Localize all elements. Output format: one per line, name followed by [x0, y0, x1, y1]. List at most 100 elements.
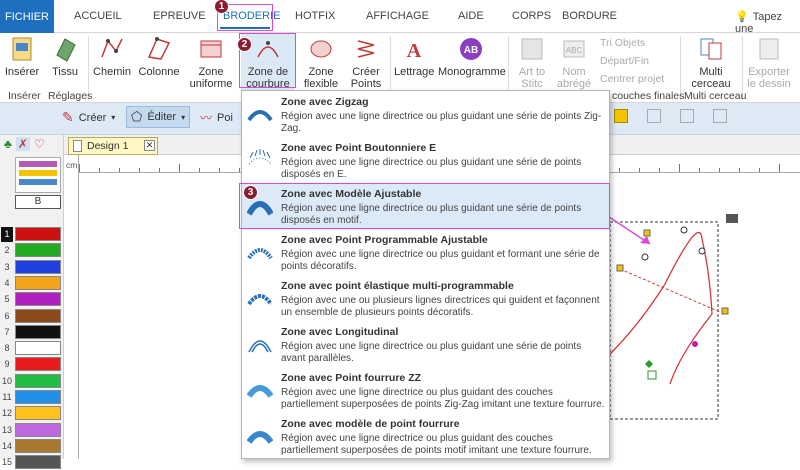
lettering-icon: A: [407, 40, 422, 62]
color-swatch[interactable]: [15, 357, 61, 372]
group-label-reglages: Réglages: [48, 90, 93, 102]
zone-flexible-button[interactable]: Zone flexible: [300, 33, 342, 90]
stitch-marker: [692, 341, 698, 347]
color-swatch[interactable]: [15, 292, 61, 307]
ruler-tick: [239, 168, 240, 172]
swatch-number: 10: [1, 375, 12, 386]
color-swatch-row[interactable]: 7: [0, 324, 64, 340]
depart-fin-item[interactable]: Départ/Fin: [600, 55, 649, 67]
end-marker: [645, 360, 653, 368]
panel-tools: ♣ ✗ ♡: [4, 137, 45, 151]
short-name-icon: ABC: [563, 40, 585, 58]
control-node: [641, 253, 649, 261]
color-swatch[interactable]: [15, 422, 61, 437]
color-swatch-row[interactable]: 14: [0, 438, 64, 454]
color-swatch-row[interactable]: 4: [0, 275, 64, 291]
tab-epreuve[interactable]: EPREUVE: [153, 10, 206, 22]
color-swatch-row[interactable]: 8: [0, 341, 64, 356]
pen-icon: ✎: [62, 109, 74, 125]
color-swatch-row[interactable]: 10: [0, 373, 64, 389]
creer-tool[interactable]: ✎ Créer ▾: [62, 109, 115, 126]
tab-hotfix[interactable]: HOTFIX: [295, 10, 335, 22]
tri-objets-item[interactable]: Tri Objets: [600, 37, 645, 49]
tab-affichage[interactable]: AFFICHAGE: [366, 10, 429, 22]
centrer-projet-item[interactable]: Centrer projet: [600, 73, 664, 85]
color-swatch-row[interactable]: 12: [0, 406, 64, 421]
tab-fichier[interactable]: FICHIER: [0, 0, 54, 33]
ruler-tick: [219, 168, 220, 172]
group-label-inserer: Insérer: [8, 90, 41, 102]
dropdown-item-title: Zone avec Zigzag: [281, 96, 369, 108]
color-swatch[interactable]: [15, 406, 61, 421]
color-swatch[interactable]: [15, 227, 61, 241]
ruler-tick: [139, 168, 140, 172]
exporter-button[interactable]: Exporter le dessin: [746, 33, 792, 90]
color-swatch[interactable]: [15, 324, 61, 339]
color-swatch[interactable]: [15, 341, 61, 356]
ruler-tick: [99, 168, 100, 172]
dropdown-item[interactable]: Zone avec Zigzag Région avec une ligne di…: [242, 92, 609, 138]
tab-aide[interactable]: AIDE: [458, 10, 484, 22]
dropdown-item[interactable]: Zone avec Point fourrure ZZ Région avec u…: [242, 368, 609, 414]
color-swatch[interactable]: [15, 455, 61, 470]
chemin-button[interactable]: Chemin: [92, 33, 132, 78]
dropdown-item[interactable]: Zone avec Point Boutonniere E Région avec…: [242, 138, 609, 184]
tab-corps[interactable]: CORPS: [512, 10, 551, 22]
color-swatch[interactable]: [15, 390, 61, 404]
color-swatch-row[interactable]: 6: [0, 308, 64, 324]
color-swatch[interactable]: [15, 373, 61, 388]
color-swatch-row[interactable]: 15: [0, 455, 64, 470]
multi-cerceau-button[interactable]: Multi cerceau: [686, 33, 736, 90]
color-swatch-row[interactable]: 1: [0, 227, 64, 242]
tissu-button[interactable]: Tissu: [48, 33, 82, 78]
thread-chart-icon[interactable]: [15, 157, 61, 193]
lasso-icon[interactable]: ♡: [34, 137, 45, 151]
dropdown-item-title: Zone avec Longitudinal: [281, 326, 399, 338]
color-swatch[interactable]: [15, 438, 61, 453]
colonne-button[interactable]: Colonne: [138, 33, 180, 78]
color-swatch[interactable]: [15, 259, 61, 274]
close-icon[interactable]: ✕: [144, 140, 155, 151]
svg-text:A: A: [407, 40, 422, 62]
handle: [616, 264, 624, 272]
color-swatch[interactable]: [15, 243, 61, 258]
needle-icon[interactable]: ✗: [15, 137, 30, 151]
color-swatch[interactable]: [15, 308, 61, 323]
points-tool[interactable]: 〰 Poi: [200, 109, 233, 126]
tab-bordure[interactable]: BORDURE: [562, 10, 617, 22]
tree-icon[interactable]: ♣: [4, 137, 12, 151]
editer-tool[interactable]: ⬠ Éditer ▾: [126, 106, 191, 128]
color-swatch-row[interactable]: 3: [0, 259, 64, 275]
monogram-icon: AB: [460, 38, 482, 60]
group-label-multi: Multi cerceau: [684, 90, 747, 102]
color-swatch-row[interactable]: 5: [0, 292, 64, 307]
color-swatch-row[interactable]: 9: [0, 357, 64, 372]
lettrage-button[interactable]: A Lettrage: [394, 33, 434, 78]
align-icon: [713, 109, 727, 123]
color-swatch[interactable]: [15, 275, 61, 290]
color-swatch-row[interactable]: 13: [0, 422, 64, 438]
dropdown-item[interactable]: Zone avec Point Programmable Ajustable Ré…: [242, 230, 609, 276]
color-swatch-row[interactable]: 11: [0, 390, 64, 405]
nom-abrege-button[interactable]: ABC Nom abrégé: [554, 33, 594, 90]
buttonhole-zone-icon: [248, 149, 272, 165]
tab-accueil[interactable]: ACCUEIL: [74, 10, 122, 22]
toolbar-right-icons[interactable]: [614, 109, 727, 123]
dropdown-item[interactable]: Zone avec modèle de point fourrure Région…: [242, 414, 609, 460]
color-swatch-row[interactable]: 2: [0, 243, 64, 258]
creer-points-button[interactable]: Créer Points: [346, 33, 386, 90]
dropdown-item[interactable]: Zone avec Longitudinal Région avec une li…: [242, 322, 609, 368]
ruler-tick: [79, 164, 80, 172]
ruler-tick: [639, 168, 640, 172]
inserer-button[interactable]: Insérer: [4, 33, 40, 78]
tab-design-1[interactable]: Design 1 ✕: [68, 137, 158, 155]
art-to-stitch-button[interactable]: Art to Stitc: [512, 33, 552, 90]
path-icon: [101, 38, 123, 58]
zone-uniforme-button[interactable]: Zone uniforme: [186, 33, 236, 90]
dropdown-item[interactable]: Zone avec point élastique multi-programm…: [242, 276, 609, 322]
help-search[interactable]: 💡 Tapez une: [735, 10, 800, 35]
monogramme-button[interactable]: AB Monogramme: [438, 33, 506, 78]
palette-letter-b[interactable]: B: [15, 195, 61, 209]
ruler-tick: [199, 168, 200, 172]
elastic-stitch-icon: [247, 294, 273, 306]
